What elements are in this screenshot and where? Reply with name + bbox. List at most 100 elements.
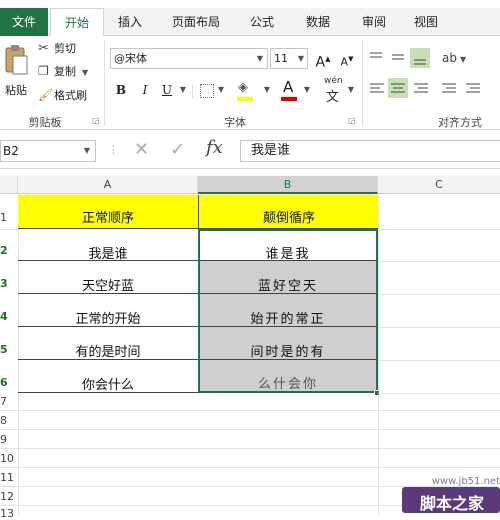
- title-strip: [0, 0, 500, 8]
- grid-row-line: [378, 294, 500, 295]
- row-header-12[interactable]: 12: [0, 490, 17, 503]
- cell-a2[interactable]: 我是谁: [18, 229, 198, 262]
- cut-button[interactable]: ✂ 剪切: [38, 40, 98, 58]
- shrink-font-button[interactable]: A▼: [338, 49, 356, 69]
- cell-a6[interactable]: 你会什么: [18, 360, 198, 393]
- font-group-label: 字体: [224, 116, 246, 129]
- copy-dropdown-icon[interactable]: ▼: [82, 68, 88, 77]
- font-name-dropdown-icon[interactable]: ▼: [257, 49, 263, 68]
- enter-icon[interactable]: ✓: [170, 139, 185, 160]
- tab-file[interactable]: 文件: [0, 8, 48, 36]
- paste-button[interactable]: 粘贴: [0, 44, 32, 108]
- format-painter-button[interactable]: 🖌格式刷: [38, 86, 102, 104]
- italic-button[interactable]: I: [136, 80, 154, 100]
- grid-row-line: [0, 410, 500, 411]
- row-header-9[interactable]: 9: [0, 433, 17, 446]
- formula-input[interactable]: 我是谁: [240, 140, 500, 162]
- clipboard-group-label: 剪贴板: [28, 116, 62, 129]
- row-header-3[interactable]: 3: [0, 277, 17, 290]
- row-header-10[interactable]: 10: [0, 452, 17, 465]
- align-middle-icon[interactable]: [392, 54, 404, 60]
- watermark-url: www.jb51.net: [431, 476, 500, 487]
- orientation-icon[interactable]: ab ▼: [442, 51, 467, 65]
- align-center-icon[interactable]: [388, 78, 408, 98]
- column-header-b[interactable]: B: [198, 176, 378, 194]
- row-header-6[interactable]: 6: [0, 376, 17, 389]
- grid-row-line: [378, 229, 500, 230]
- tab-view[interactable]: 视图: [404, 8, 448, 36]
- align-top-icon[interactable]: [370, 52, 382, 58]
- font-size-dropdown-icon[interactable]: ▼: [298, 49, 304, 68]
- cancel-icon[interactable]: ✕: [134, 139, 149, 160]
- tab-review[interactable]: 审阅: [352, 8, 396, 36]
- copy-label: 复制: [54, 65, 76, 78]
- cell-b3[interactable]: 蓝好空天: [200, 261, 376, 294]
- align-right-icon[interactable]: [414, 83, 428, 93]
- cell-a6-text: 你会什么: [81, 378, 134, 393]
- grid-row-line: [0, 229, 18, 230]
- cell-a4-text: 正常的开始: [75, 312, 141, 327]
- row-header-11[interactable]: 11: [0, 471, 17, 484]
- font-size-combo[interactable]: 11 ▼: [270, 48, 308, 69]
- cell-a4[interactable]: 正常的开始: [18, 294, 198, 327]
- align-bottom-icon[interactable]: [410, 48, 430, 68]
- phonetic-guide-button[interactable]: wén 文: [322, 76, 348, 105]
- row-header-1[interactable]: 1: [0, 211, 17, 224]
- font-name-combo[interactable]: @宋体 ▼: [110, 48, 268, 69]
- tab-data[interactable]: 数据: [296, 8, 340, 36]
- cell-b6-text: 么什会你: [257, 377, 318, 392]
- borders-dropdown-icon[interactable]: ▼: [216, 80, 226, 100]
- underline-dropdown-icon[interactable]: ▼: [178, 80, 188, 100]
- cell-a1[interactable]: 正常顺序: [18, 195, 198, 229]
- clipboard-launcher-icon[interactable]: ◲: [92, 116, 100, 125]
- tab-insert[interactable]: 插入: [108, 8, 152, 36]
- name-box-dropdown-icon[interactable]: ▼: [84, 141, 90, 161]
- cell-a5[interactable]: 有的是时间: [18, 327, 198, 360]
- borders-icon[interactable]: [200, 84, 214, 98]
- fill-color-dropdown-icon[interactable]: ▼: [262, 80, 272, 100]
- row-header-2[interactable]: 2: [0, 244, 17, 257]
- underline-button[interactable]: U: [158, 80, 176, 100]
- grow-font-button[interactable]: A▲: [314, 49, 332, 71]
- row-header-7[interactable]: 7: [0, 395, 17, 408]
- worksheet-grid: 正常顺序 颠倒循序 我是谁 天空好蓝 正常的开始 有的是时间 你会什么 谁是我 …: [0, 195, 500, 520]
- cell-b1[interactable]: 颠倒循序: [198, 195, 378, 229]
- fill-color-button[interactable]: ◈: [234, 80, 260, 102]
- align-left-icon[interactable]: [370, 83, 384, 93]
- row-header-13[interactable]: 13: [0, 507, 17, 520]
- bold-button[interactable]: B: [112, 80, 130, 100]
- column-header-c[interactable]: C: [378, 176, 500, 194]
- increase-indent-icon[interactable]: [466, 83, 480, 93]
- format-painter-label: 格式刷: [54, 89, 87, 102]
- group-separator: [362, 40, 363, 126]
- name-box[interactable]: B2 ▼: [0, 140, 96, 162]
- font-color-button[interactable]: A: [278, 78, 300, 102]
- font-size-value: 11: [274, 52, 288, 65]
- tab-formulas[interactable]: 公式: [240, 8, 284, 36]
- row-header-4[interactable]: 4: [0, 310, 17, 323]
- cell-b6[interactable]: 么什会你: [200, 360, 376, 392]
- select-all-corner[interactable]: [0, 176, 18, 194]
- font-color-glyph: A: [283, 78, 294, 96]
- column-header-bar: A B C: [0, 176, 500, 194]
- cell-b5[interactable]: 间时是的有: [200, 327, 376, 360]
- font-color-dropdown-icon[interactable]: ▼: [302, 80, 312, 100]
- tab-home[interactable]: 开始: [50, 8, 104, 37]
- decrease-indent-icon[interactable]: [442, 83, 456, 93]
- cell-b3-text: 蓝好空天: [257, 279, 318, 294]
- cell-b2[interactable]: 谁是我: [200, 231, 376, 262]
- column-header-a[interactable]: A: [18, 176, 198, 194]
- phonetic-dropdown-icon[interactable]: ▼: [346, 80, 356, 100]
- copy-button[interactable]: ❐ 复制 ▼: [38, 62, 102, 80]
- cell-b4[interactable]: 始开的常正: [200, 294, 376, 327]
- tab-page-layout[interactable]: 页面布局: [166, 8, 226, 36]
- grid-row-line: [378, 393, 500, 394]
- row-header-8[interactable]: 8: [0, 414, 17, 427]
- cell-a3[interactable]: 天空好蓝: [18, 261, 198, 294]
- cell-a5-text: 有的是时间: [75, 345, 141, 360]
- row-header-5[interactable]: 5: [0, 343, 17, 356]
- grid-row-line: [0, 467, 500, 468]
- formula-bar-grip: ⋮: [108, 143, 119, 156]
- insert-function-button[interactable]: fx: [206, 137, 223, 158]
- font-launcher-icon[interactable]: ◲: [348, 116, 356, 125]
